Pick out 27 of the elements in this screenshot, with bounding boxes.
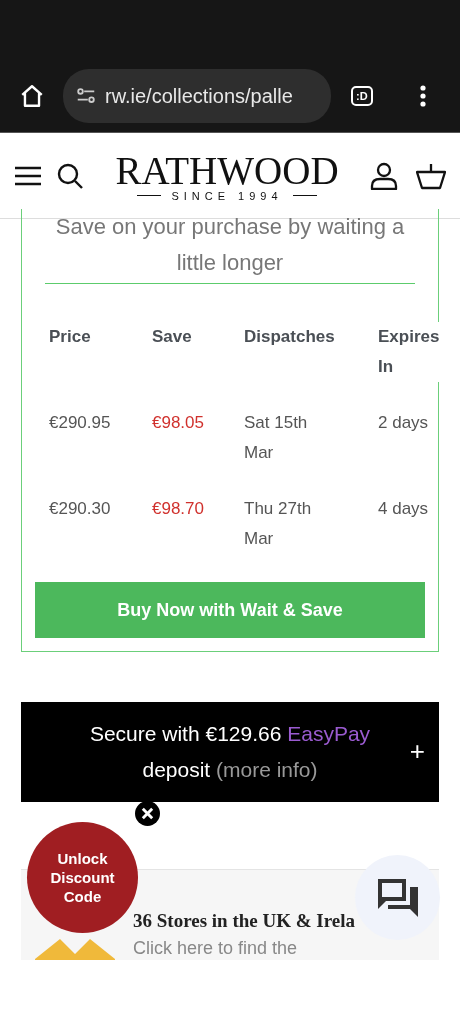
price-cell-text: €290.30 [49,498,111,520]
price-cell-text: €290.95 [49,412,111,434]
logo-tagline: SINCE 1994 [171,189,283,202]
address-bar[interactable]: rw.ie/collections/palle [63,69,331,123]
more-menu-icon[interactable] [418,84,427,108]
expand-toggle[interactable]: + [409,736,425,767]
expiry-cell-text: 2 days [378,412,429,434]
stores-subtitle: Click here to find the [133,938,299,959]
logo[interactable]: RATHWOOD [115,151,339,190]
menu-icon[interactable] [14,165,42,186]
tab-switcher-button[interactable]: :D [351,86,373,106]
deposit-banner[interactable]: Secure with €129.66 EasyPay deposit (more info) + [21,702,439,802]
url-text: rw.ie/collections/palle [105,84,293,108]
dispatch-date-cell-text: Sat 15th Mar [244,412,309,464]
more-info-link[interactable]: (more info) [216,758,318,781]
saving-cell-text: €98.70 [152,498,204,520]
home-icon[interactable] [19,83,45,109]
basket-icon[interactable] [416,161,446,190]
saving-cell-text: €98.05 [152,412,204,434]
wait-save-heading: Save on your purchase by waiting a little longer [45,209,415,284]
close-icon[interactable] [135,801,160,826]
search-icon[interactable] [56,161,84,190]
deposit-text: Secure with €129.66 EasyPay deposit (more info) [88,721,372,783]
chat-icon [375,876,420,919]
expiry-cell-text: 4 days [378,498,429,520]
account-icon[interactable] [370,161,398,190]
dispatch-date-cell-text: Thu 27th Mar [244,498,313,550]
